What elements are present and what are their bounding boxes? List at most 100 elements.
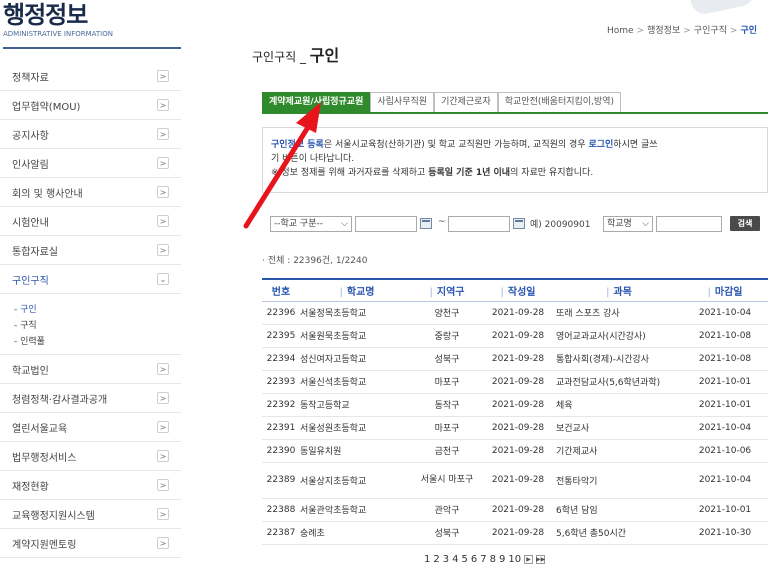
chevron-right-icon[interactable]: > (157, 70, 169, 82)
cell-subject[interactable]: 통합사회(경제)-시간강사 (556, 347, 682, 371)
cell-school-name[interactable]: 동일유치원 (300, 439, 414, 463)
table-row[interactable]: 22393 서울신석초등학교 마포구 2021-09-28 교과전담교사(5,6학년과학… (262, 370, 768, 394)
cell-number: 22391 (262, 416, 300, 440)
cell-subject[interactable]: 6학년 담임 (556, 498, 682, 522)
table-row[interactable]: 22394 성신여자고등학교 성북구 2021-09-28 통합사회(경제)-시간강사 2… (262, 347, 768, 371)
sidebar-item-school-corp[interactable]: 학교법인 > (0, 355, 181, 384)
submenu-item-hiring[interactable]: - 구인 (14, 300, 181, 316)
notice-link-register[interactable]: 구인정보 등록 (271, 140, 324, 150)
breadcrumb-admin-info[interactable]: 행정정보 (647, 26, 680, 36)
cell-subject[interactable]: 전통타악기 (556, 462, 682, 499)
calendar-icon[interactable] (513, 218, 525, 229)
table-row[interactable]: 22390 동일유치원 금천구 2021-09-28 기간제교사 2021-10-06 (262, 439, 768, 463)
last-page-icon[interactable]: ▶▶ (536, 555, 545, 564)
sidebar-item-notice[interactable]: 공지사항 > (0, 120, 181, 149)
chevron-down-icon[interactable]: ⌄ (157, 273, 169, 285)
table-row[interactable]: 22395 서울원묵초등학교 중랑구 2021-09-28 영어교과교사(시간강사) 20… (262, 324, 768, 348)
cell-subject[interactable]: 기간제교사 (556, 439, 682, 463)
cell-school-name[interactable]: 서울상지초등학교 (300, 462, 414, 499)
chevron-right-icon[interactable]: > (157, 157, 169, 169)
page-link[interactable]: 2 (433, 554, 439, 565)
sidebar-item-policy[interactable]: 정책자료 > (0, 62, 181, 91)
page-link[interactable]: 1 (424, 554, 430, 565)
chevron-right-icon[interactable]: > (157, 479, 169, 491)
cell-school-name[interactable]: 서울신석초등학교 (300, 370, 414, 394)
sidebar-item-contract-mentoring[interactable]: 계약지원멘토링 > (0, 529, 181, 558)
cell-school-name[interactable]: 서울성원초등학교 (300, 416, 414, 440)
table-row[interactable]: 22387 숭례초 성북구 2021-09-28 5,6학년 총50시간 2021-10-… (262, 521, 768, 545)
page-title-prefix: 구인구직 _ (252, 50, 310, 64)
table-row[interactable]: 22396 서울정목초등학교 양천구 2021-09-28 또래 스포츠 강사 2021-… (262, 301, 768, 325)
breadcrumb-separator-icon: > (729, 26, 738, 36)
search-input[interactable] (656, 216, 722, 232)
calendar-icon[interactable] (420, 218, 432, 229)
sidebar-item-mou[interactable]: 업무협약(MOU) > (0, 91, 181, 120)
page-link[interactable]: 8 (490, 554, 496, 565)
sidebar-item-open-edu[interactable]: 열린서울교육 > (0, 413, 181, 442)
next-page-icon[interactable]: ▶ (524, 555, 534, 564)
sidebar-item-jobs[interactable]: 구인구직 ⌄ (0, 265, 181, 294)
cell-subject[interactable]: 또래 스포츠 강사 (556, 301, 682, 325)
search-button[interactable]: 검색 (730, 216, 760, 231)
cell-school-name[interactable]: 서울관악초등학교 (300, 498, 414, 522)
table-row[interactable]: 22388 서울관악초등학교 관악구 2021-09-28 6학년 담임 2021-10-… (262, 498, 768, 522)
cell-number: 22388 (262, 498, 300, 522)
cell-subject[interactable]: 보건교사 (556, 416, 682, 440)
cell-school-name[interactable]: 서울정목초등학교 (300, 301, 414, 325)
chevron-right-icon[interactable]: > (157, 99, 169, 111)
date-to-input[interactable] (448, 216, 510, 232)
category-tabs: 계약제교원/사립정규교원 사립사무직원 기간제근로자 학교안전(배움터지킴이,방… (262, 92, 621, 112)
chevron-right-icon[interactable]: > (157, 537, 169, 549)
sidebar-item-exams[interactable]: 시험안내 > (0, 207, 181, 236)
sidebar-item-personnel[interactable]: 인사알림 > (0, 149, 181, 178)
sidebar-item-integrity[interactable]: 청렴정책·감사결과공개 > (0, 384, 181, 413)
page-link[interactable]: 7 (480, 554, 486, 565)
tab-contract-teacher[interactable]: 계약제교원/사립정규교원 (262, 92, 371, 112)
cell-number: 22395 (262, 324, 300, 348)
cell-school-name[interactable]: 서울원묵초등학교 (300, 324, 414, 348)
chevron-right-icon[interactable]: > (157, 450, 169, 462)
page-link[interactable]: 9 (499, 554, 505, 565)
sidebar-item-admin-system[interactable]: 교육행정지원시스템 > (0, 500, 181, 529)
chevron-right-icon[interactable]: > (157, 363, 169, 375)
table-row[interactable]: 22391 서울성원초등학교 마포구 2021-09-28 보건교사 2021-10-04 (262, 416, 768, 440)
page-link[interactable]: 3 (443, 554, 449, 565)
page-link[interactable]: 5 (462, 554, 468, 565)
cell-school-name[interactable]: 동작고등학교 (300, 393, 414, 417)
breadcrumb-jobs[interactable]: 구인구직 (694, 26, 727, 36)
breadcrumb-home[interactable]: Home (607, 26, 634, 36)
cell-school-name[interactable]: 숭례초 (300, 521, 414, 545)
tab-school-safety[interactable]: 학교안전(배움터지킴이,방역) (497, 92, 621, 112)
chevron-right-icon[interactable]: > (157, 186, 169, 198)
page-link[interactable]: 10 (508, 554, 521, 565)
tab-fixed-term-worker[interactable]: 기간제근로자 (434, 92, 498, 112)
submenu-item-seeking[interactable]: - 구직 (14, 316, 181, 332)
cell-subject[interactable]: 교과전담교사(5,6학년과학) (556, 370, 682, 394)
cell-subject[interactable]: 체육 (556, 393, 682, 417)
chevron-right-icon[interactable]: > (157, 128, 169, 140)
cell-subject[interactable]: 영어교과교사(시간강사) (556, 324, 682, 348)
submenu-item-talent-pool[interactable]: - 인력풀 (14, 332, 181, 348)
sidebar-item-finance[interactable]: 재정현황 > (0, 471, 181, 500)
chevron-right-icon[interactable]: > (157, 508, 169, 520)
tab-private-staff[interactable]: 사립사무직원 (370, 92, 435, 112)
table-row[interactable]: 22389 서울상지초등학교 서울시 마포구 2021-09-28 전통타악기 2021-… (262, 462, 768, 499)
page-link[interactable]: 6 (471, 554, 477, 565)
chevron-right-icon[interactable]: > (157, 215, 169, 227)
date-from-input[interactable] (355, 216, 417, 232)
cell-posted-date: 2021-09-28 (480, 521, 556, 545)
school-type-select[interactable]: --학교 구분-- ⌵ (270, 216, 352, 232)
cell-subject[interactable]: 5,6학년 총50시간 (556, 521, 682, 545)
sidebar-item-legal[interactable]: 법무행정서비스 > (0, 442, 181, 471)
table-row[interactable]: 22392 동작고등학교 동작구 2021-09-28 체육 2021-10-01 (262, 393, 768, 417)
sidebar-item-meetings[interactable]: 회의 및 행사안내 > (0, 178, 181, 207)
chevron-right-icon[interactable]: > (157, 392, 169, 404)
sidebar-item-archive[interactable]: 통합자료실 > (0, 236, 181, 265)
notice-link-login[interactable]: 로그인 (588, 140, 613, 150)
cell-school-name[interactable]: 성신여자고등학교 (300, 347, 414, 371)
chevron-right-icon[interactable]: > (157, 244, 169, 256)
sidebar-item-label: 학교법인 (12, 365, 49, 377)
chevron-right-icon[interactable]: > (157, 421, 169, 433)
search-field-select[interactable]: 학교명 ⌵ (603, 216, 653, 232)
page-link[interactable]: 4 (452, 554, 458, 565)
